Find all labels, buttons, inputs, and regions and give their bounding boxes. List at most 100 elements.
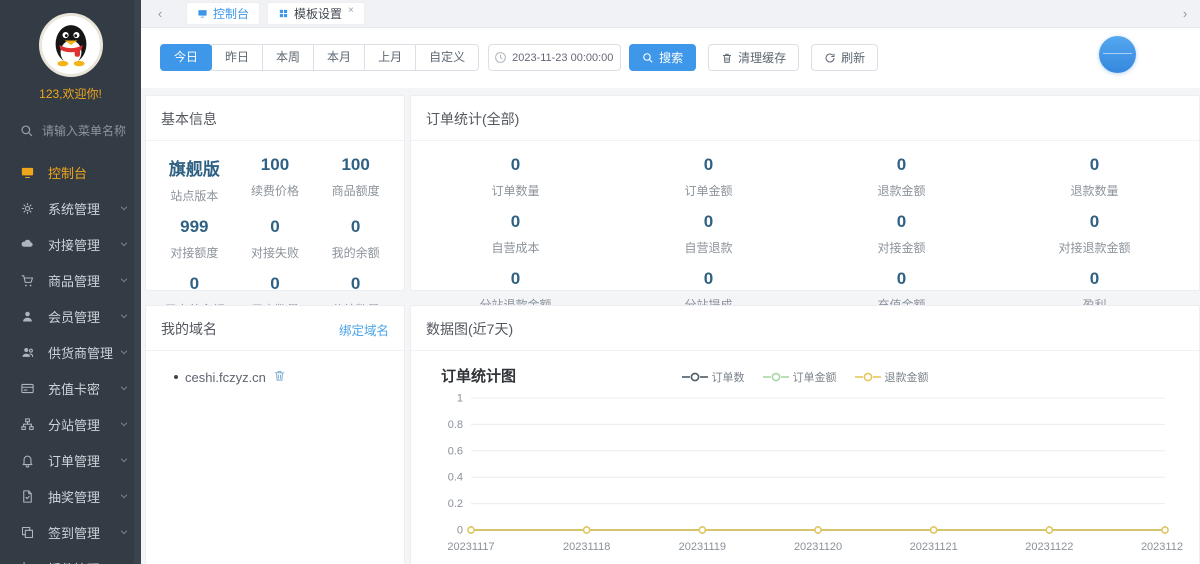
user-icon (20, 309, 35, 324)
sidebar-item-0[interactable]: 控制台 (0, 154, 141, 190)
card-title: 数据图(近7天) (426, 319, 513, 339)
svg-text:20231117: 20231117 (447, 541, 494, 553)
stat-value: 0 (612, 155, 805, 175)
svg-text:1: 1 (457, 393, 463, 405)
tab-0[interactable]: 控制台 (187, 3, 259, 24)
stat-value: 0 (235, 217, 316, 237)
filter-button-4[interactable]: 上月 (364, 44, 416, 71)
stat-label: 退款数量 (998, 182, 1191, 199)
date-range-input[interactable] (488, 44, 621, 71)
filter-button-1[interactable]: 昨日 (211, 44, 263, 71)
clear-cache-button[interactable]: 清理缓存 (708, 44, 799, 71)
legend-marker-icon (682, 372, 708, 382)
tabs-scroll-left-icon[interactable]: ‹ (151, 6, 169, 21)
sidebar-item-4[interactable]: 会员管理 (0, 298, 141, 334)
sidebar-item-label: 抽奖管理 (48, 487, 100, 506)
filter-button-5[interactable]: 自定义 (415, 44, 479, 71)
tabs-scroll-right-icon[interactable]: › (1176, 6, 1194, 21)
tab-1[interactable]: 模板设置× (268, 3, 364, 24)
order-stats-header: 订单统计(全部) (411, 96, 1199, 141)
legend-item[interactable]: 订单数 (682, 369, 745, 385)
sidebar-item-3[interactable]: 商品管理 (0, 262, 141, 298)
stat-item: 0对接金额 (805, 212, 998, 256)
menu-search (20, 124, 141, 138)
qq-penguin-avatar[interactable] (39, 13, 103, 77)
search-button-label: 搜索 (659, 49, 683, 66)
sidebar-item-7[interactable]: 分站管理 (0, 406, 141, 442)
clear-cache-label: 清理缓存 (738, 49, 786, 66)
stat-label: 对接失败 (235, 244, 316, 261)
tab-bar: ‹ 控制台模板设置× › (141, 0, 1200, 28)
chevron-down-icon (119, 491, 129, 501)
filter-button-2[interactable]: 本周 (262, 44, 314, 71)
chevron-down-icon (119, 419, 129, 429)
chart-title-row: 订单统计图 订单数 订单金额 退款金额 (411, 351, 1199, 388)
stat-label: 自营成本 (419, 239, 612, 256)
svg-text:20231123: 20231123 (1141, 541, 1183, 553)
trash-icon (721, 52, 733, 64)
stat-value: 0 (998, 212, 1191, 232)
stat-value: 0 (419, 269, 612, 289)
stat-value: 0 (805, 212, 998, 232)
chart-title: 订单统计图 (441, 365, 516, 386)
order-stats-grid: 0订单数量0订单金额0退款金额0退款数量0自营成本0自营退款0对接金额0对接退款… (411, 141, 1199, 323)
menu-search-input[interactable] (42, 124, 130, 138)
refresh-button[interactable]: 刷新 (811, 44, 878, 71)
filter-button-0[interactable]: 今日 (160, 44, 212, 71)
sidebar-item-label: 充值卡密 (48, 379, 100, 398)
filter-button-3[interactable]: 本月 (313, 44, 365, 71)
sidebar-item-8[interactable]: 订单管理 (0, 442, 141, 478)
bind-domain-link[interactable]: 绑定域名 (339, 320, 389, 339)
main-area: ‹ 控制台模板设置× › 今日昨日本周本月上月自定义 搜索 清理缓存 刷新 (141, 0, 1200, 564)
sidebar-item-11[interactable]: 插件管理 (0, 550, 141, 564)
search-button[interactable]: 搜索 (629, 44, 696, 71)
stat-value: 0 (419, 212, 612, 232)
sidebar-item-label: 商品管理 (48, 271, 100, 290)
chevron-down-icon (119, 239, 129, 249)
card-icon (20, 381, 35, 396)
stat-item: 0退款数量 (998, 155, 1191, 199)
legend-item[interactable]: 订单金额 (763, 369, 837, 385)
chart-legend: 订单数 订单金额 退款金额 (411, 369, 1199, 385)
basic-info-stats: 旗舰版站点版本100续费价格100商品额度999对接额度0对接失败0我的余额0用… (146, 141, 404, 328)
domain-list-item: ceshi.fczyz.cn (174, 369, 404, 385)
sidebar-item-5[interactable]: 供货商管理 (0, 334, 141, 370)
delete-domain-button[interactable] (273, 369, 286, 385)
chart-svg[interactable]: 00.20.40.60.8120231117202311182023111920… (423, 388, 1183, 560)
app-root: 123,欢迎你! 控制台系统管理对接管理商品管理会员管理供货商管理充值卡密分站管… (0, 0, 1200, 564)
sidebar-item-10[interactable]: 签到管理 (0, 514, 141, 550)
svg-text:0.6: 0.6 (448, 445, 463, 457)
card-title: 我的域名 (161, 319, 217, 339)
sidebar-scrollbar[interactable] (134, 0, 141, 564)
welcome-text: 123,欢迎你! (0, 85, 141, 102)
sidebar-item-9[interactable]: 抽奖管理 (0, 478, 141, 514)
sidebar-item-label: 插件管理 (48, 559, 100, 564)
stat-label: 订单金额 (612, 182, 805, 199)
domains-header: 我的域名 绑定域名 (146, 306, 404, 351)
stat-label: 我的余额 (315, 244, 396, 261)
refresh-label: 刷新 (841, 49, 865, 66)
users-icon (20, 345, 35, 360)
stat-label: 续费价格 (235, 182, 316, 199)
stat-value: 0 (154, 274, 235, 294)
legend-marker-icon (855, 372, 881, 382)
stat-value: 0 (805, 269, 998, 289)
sidebar-item-1[interactable]: 系统管理 (0, 190, 141, 226)
crop-icon (20, 561, 35, 564)
grid-icon (278, 8, 289, 19)
domain-name: ceshi.fczyz.cn (185, 370, 266, 385)
stat-value: 100 (235, 155, 316, 175)
user-avatar[interactable] (1099, 36, 1136, 73)
sidebar-item-2[interactable]: 对接管理 (0, 226, 141, 262)
stat-label: 站点版本 (154, 187, 235, 204)
stat-item: 0对接退款金额 (998, 212, 1191, 256)
tab-close-icon[interactable]: × (348, 5, 354, 16)
legend-item[interactable]: 退款金额 (855, 369, 929, 385)
copy-icon (20, 525, 35, 540)
stat-value: 0 (235, 274, 316, 294)
legend-label: 订单金额 (793, 369, 837, 385)
sidebar-item-6[interactable]: 充值卡密 (0, 370, 141, 406)
stat-item: 0订单数量 (419, 155, 612, 199)
stat-label: 退款金额 (805, 182, 998, 199)
chevron-down-icon (119, 347, 129, 357)
